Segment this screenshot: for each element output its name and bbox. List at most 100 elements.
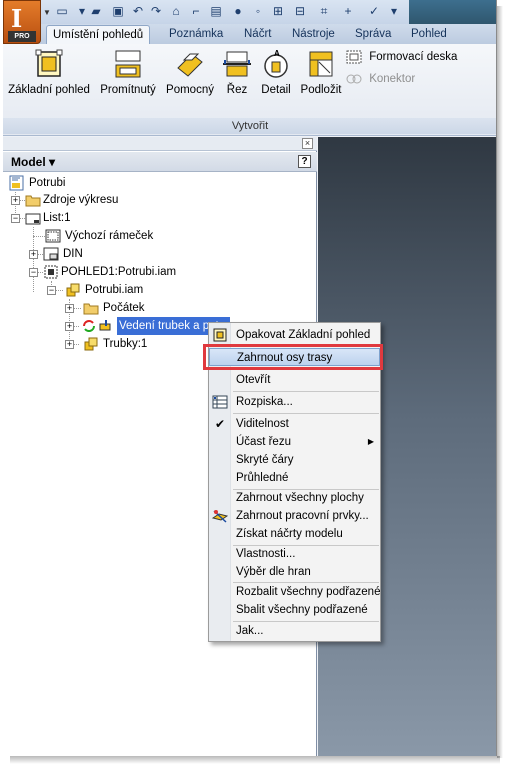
- browser-header: Model ▾ ?: [3, 152, 317, 172]
- drawing-document-icon: [9, 175, 24, 191]
- menu-item-get-model-sketches[interactable]: Získat náčrty modelu: [209, 525, 380, 543]
- svg-text:A: A: [274, 49, 280, 58]
- menu-item-label: Výběr dle hran: [236, 566, 311, 578]
- tab-sprava[interactable]: Správa: [349, 25, 397, 44]
- expand-icon[interactable]: +: [65, 304, 74, 313]
- material-icon[interactable]: ●: [231, 4, 245, 18]
- expand-icon[interactable]: +: [65, 340, 74, 349]
- section-view-label: Řez: [226, 84, 248, 96]
- collapse-icon[interactable]: −: [11, 214, 20, 223]
- ribbon-group-label: Vytvořit: [3, 118, 496, 134]
- assembly-icon: [66, 283, 80, 297]
- plus-icon[interactable]: +: [341, 4, 355, 18]
- menu-item-label: Vlastnosti...: [236, 548, 296, 560]
- title-block-icon: [43, 247, 59, 261]
- menu-item-transparent[interactable]: Průhledné: [209, 469, 380, 487]
- tree-label: Potrubi.iam: [85, 284, 144, 296]
- menu-item-label: Rozbalit všechny podřazené: [236, 586, 381, 598]
- menu-item-expand-all-children[interactable]: Rozbalit všechny podřazené: [209, 583, 380, 601]
- overlay-view-icon: [309, 51, 333, 77]
- projected-view-icon: [115, 50, 141, 78]
- menu-item-how-to[interactable]: Jak...: [209, 622, 380, 640]
- section-view-button[interactable]: Řez: [221, 46, 253, 108]
- application-menu-button[interactable]: I PRO: [3, 0, 41, 44]
- menu-separator: [233, 413, 379, 414]
- collapse-icon[interactable]: −: [47, 286, 56, 295]
- border-icon: [45, 229, 61, 243]
- select-icon[interactable]: ⌗: [317, 4, 331, 18]
- menu-item-include-work-features[interactable]: Zahrnout pracovní prvky...: [209, 507, 380, 525]
- menu-item-label: Účast řezu: [236, 436, 291, 448]
- menu-item-label: Získat náčrty modelu: [236, 528, 343, 540]
- tree-label: POHLED1:Potrubi.iam: [61, 266, 177, 278]
- menu-item-open[interactable]: Otevřít: [209, 371, 380, 389]
- print-icon[interactable]: ▤: [209, 4, 223, 18]
- folder-icon: [25, 195, 41, 207]
- menu-item-repeat-base-view[interactable]: Opakovat Základní pohled: [209, 326, 380, 344]
- tab-pohled[interactable]: Pohled: [405, 25, 453, 44]
- auxiliary-view-icon: [177, 53, 203, 77]
- measure-icon[interactable]: ⊟: [293, 4, 307, 18]
- tree-label: Výchozí rámeček: [65, 230, 154, 242]
- molding-plate-icon: [346, 50, 362, 64]
- projected-view-label: Promítnutý: [100, 84, 156, 96]
- expand-icon[interactable]: +: [11, 196, 20, 205]
- base-view-label: Základní pohled: [8, 84, 90, 96]
- save-icon[interactable]: ▣: [111, 4, 125, 18]
- molding-plate-button[interactable]: Formovací deska: [346, 48, 457, 66]
- update-icon[interactable]: ⊞: [271, 4, 285, 18]
- open-folder-icon[interactable]: ▰: [89, 4, 103, 18]
- detail-view-button[interactable]: A Detail: [255, 46, 297, 108]
- help-icon[interactable]: ?: [298, 155, 311, 168]
- undo-icon[interactable]: ↶: [131, 4, 145, 18]
- appearance-icon[interactable]: ◦: [251, 4, 265, 18]
- browser-title-dropdown[interactable]: Model ▾: [11, 155, 55, 169]
- highlight-annotation-box: [203, 344, 383, 370]
- menu-item-include-all-surfaces[interactable]: Zahrnout všechny plochy: [209, 489, 380, 507]
- window-shadow: [10, 756, 500, 764]
- connector-label: Konektor: [369, 73, 416, 85]
- menu-item-select-by-edges[interactable]: Výběr dle hran: [209, 563, 380, 581]
- menu-item-visibility[interactable]: ✔ Viditelnost: [209, 415, 380, 433]
- menu-item-section-participation[interactable]: Účast řezu ▶: [209, 433, 380, 451]
- redo-icon[interactable]: ↷: [149, 4, 163, 18]
- browser-title-strip: ×: [3, 137, 317, 151]
- menu-item-collapse-all-children[interactable]: Sbalit všechny podřazené: [209, 601, 380, 619]
- tree-line: [33, 236, 45, 237]
- tree-label: Počátek: [103, 302, 145, 314]
- menu-item-label: Sbalit všechny podřazené: [236, 604, 368, 616]
- app-menu-arrow-icon[interactable]: ▼: [43, 8, 51, 17]
- return-icon[interactable]: ⌐: [189, 4, 203, 18]
- collapse-icon[interactable]: −: [29, 268, 38, 277]
- home-icon[interactable]: ⌂: [169, 4, 183, 18]
- tree-label: DIN: [63, 248, 83, 260]
- base-view-icon: [35, 49, 63, 77]
- quick-access-toolbar: ▭ ▾ ▰ ▣ ↶ ↷ ⌂ ⌐ ▤ ● ◦ ⊞ ⊟ ⌗ + ✓ ▾: [3, 0, 496, 24]
- connector-button[interactable]: Konektor: [346, 70, 415, 88]
- dropdown-icon[interactable]: ▾: [75, 4, 89, 18]
- pro-badge: PRO: [8, 31, 36, 42]
- projected-view-button[interactable]: Promítnutý: [95, 46, 161, 108]
- cursor-icon[interactable]: ✓: [367, 4, 381, 18]
- menu-item-label: Zahrnout všechny plochy: [236, 492, 364, 504]
- auxiliary-view-button[interactable]: Pomocný: [161, 46, 219, 108]
- tab-nacrt[interactable]: Náčrt: [238, 25, 277, 44]
- qat-dropdown-icon[interactable]: ▾: [387, 4, 401, 18]
- base-view-button[interactable]: Základní pohled: [5, 46, 93, 108]
- tab-poznamka[interactable]: Poznámka: [163, 25, 229, 44]
- menu-item-label: Opakovat Základní pohled: [236, 329, 371, 341]
- menu-item-parts-list[interactable]: Rozpiska...: [209, 393, 380, 411]
- molding-plate-label: Formovací deska: [369, 51, 458, 63]
- assembly-icon: [84, 337, 98, 351]
- menu-item-hidden-lines[interactable]: Skryté čáry: [209, 451, 380, 469]
- new-file-icon[interactable]: ▭: [55, 4, 69, 18]
- tab-nastroje[interactable]: Nástroje: [286, 25, 341, 44]
- menu-item-properties[interactable]: Vlastnosti...: [209, 545, 380, 563]
- expand-icon[interactable]: +: [29, 250, 38, 259]
- overlay-view-button[interactable]: Podložit: [297, 46, 345, 108]
- tab-umisteni-pohledu[interactable]: Umístění pohledů: [46, 25, 151, 44]
- expand-icon[interactable]: +: [65, 322, 74, 331]
- menu-item-label: Otevřít: [236, 374, 271, 386]
- work-features-icon: [212, 510, 228, 523]
- close-icon[interactable]: ×: [302, 138, 313, 149]
